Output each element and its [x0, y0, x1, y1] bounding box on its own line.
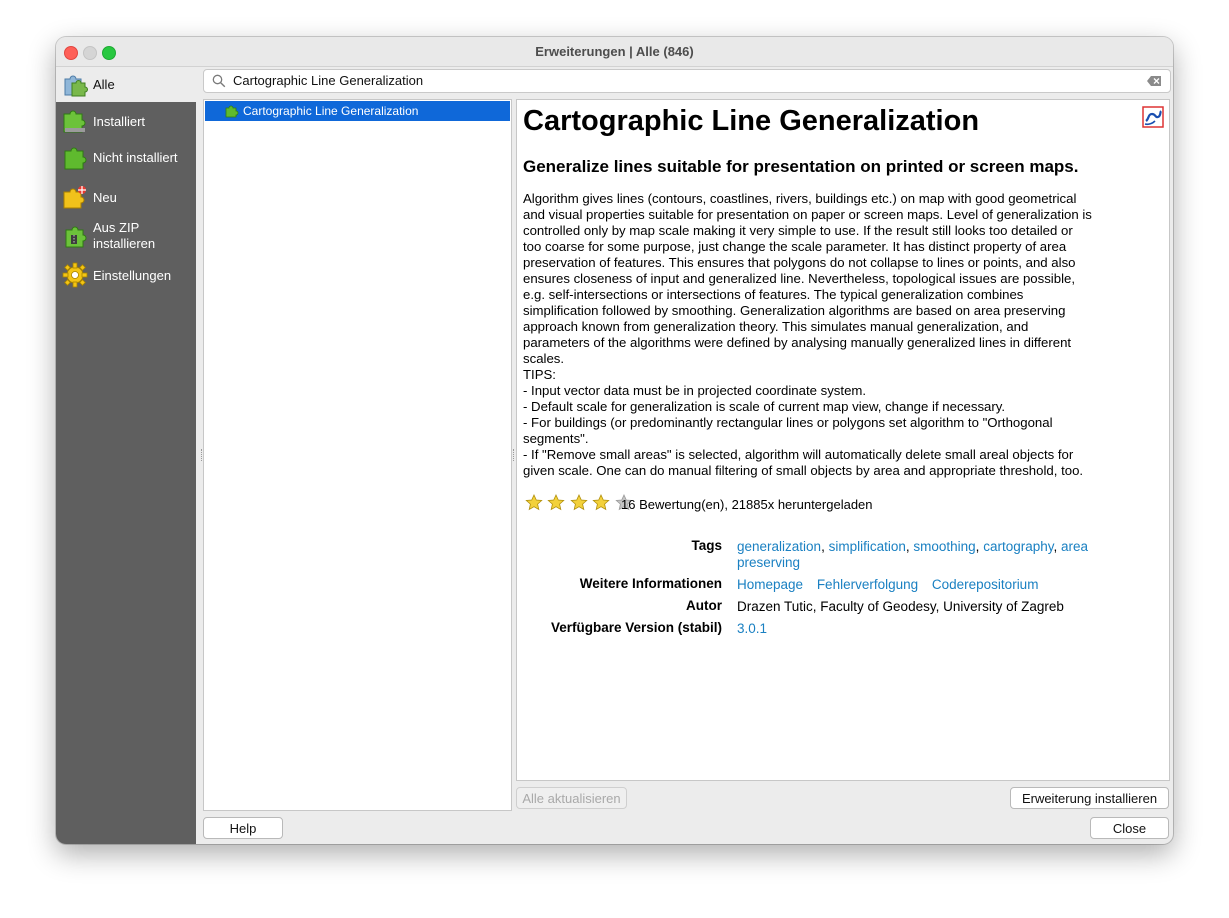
- rating-stars: [525, 494, 633, 512]
- description-line: TIPS:: [523, 367, 556, 382]
- plugin-description: Algorithm gives lines (contours, coastli…: [523, 191, 1167, 479]
- tags-label: Tags: [691, 538, 722, 553]
- description-line: Algorithm gives lines (contours, coastli…: [523, 191, 1077, 206]
- description-line: scales.: [523, 351, 565, 366]
- plugins-window: Erweiterungen | Alle (846) Alle Installi…: [56, 37, 1173, 844]
- search-value: Cartographic Line Generalization: [233, 73, 424, 88]
- star-filled-icon: [525, 494, 543, 511]
- description-line: ensures closeness of input and generaliz…: [523, 271, 1076, 286]
- description-line: - If "Remove small areas" is selected, a…: [523, 447, 1074, 462]
- tag-link[interactable]: generalization: [737, 539, 821, 554]
- bug-tracker-link[interactable]: Fehlerverfolgung: [817, 577, 918, 592]
- description-line: e.g. self-intersections or intersections…: [523, 287, 1024, 302]
- more-info-links: Homepage Fehlerverfolgung Coderepositori…: [737, 577, 1038, 593]
- close-button[interactable]: Close: [1090, 817, 1169, 839]
- sidebar-item-label: Installiert: [93, 114, 146, 129]
- more-info-label: Weitere Informationen: [579, 576, 722, 591]
- star-filled-icon: [592, 494, 611, 511]
- window-title: Erweiterungen | Alle (846): [535, 44, 694, 59]
- gear-icon: [62, 262, 88, 288]
- description-line: controlled only by map scale making it v…: [523, 223, 1073, 238]
- puzzle-installed-icon: [63, 110, 86, 133]
- sidebar-item-not-installed[interactable]: Nicht installiert: [56, 139, 196, 175]
- author-value: Drazen Tutic, Faculty of Geodesy, Univer…: [737, 599, 1064, 614]
- star-filled-icon: [547, 494, 566, 511]
- description-line: - For buildings (or predominantly rectan…: [523, 415, 1053, 430]
- puzzle-zip-icon: [65, 226, 87, 248]
- list-item-label: Cartographic Line Generalization: [243, 104, 419, 118]
- code-repository-link[interactable]: Coderepositorium: [932, 577, 1039, 592]
- star-filled-icon: [570, 494, 588, 511]
- version-value[interactable]: 3.0.1: [737, 621, 767, 637]
- sidebar-item-all[interactable]: Alle: [56, 67, 196, 102]
- author-label: Autor: [686, 598, 722, 613]
- description-line: segments".: [523, 431, 589, 446]
- sidebar-item-label: Aus ZIP installieren: [93, 220, 155, 252]
- description-line: - Default scale for generalization is sc…: [523, 399, 1006, 414]
- install-plugin-button[interactable]: Erweiterung installieren: [1010, 787, 1169, 809]
- sidebar-item-settings[interactable]: Einstellungen: [56, 257, 196, 293]
- rating-text: 16 Bewertung(en), 21885x heruntergeladen: [621, 497, 873, 512]
- puzzle-all-icon: [64, 75, 88, 97]
- tags-value: generalization, simplification, smoothin…: [737, 539, 1089, 570]
- plugin-details: Cartographic Line Generalization General…: [516, 99, 1170, 781]
- sidebar-item-installed[interactable]: Installiert: [56, 103, 196, 139]
- help-button[interactable]: Help: [203, 817, 283, 839]
- tag-link[interactable]: simplification: [829, 539, 906, 554]
- description-line: approach known from generalization theor…: [523, 319, 1029, 334]
- plugin-logo-icon: [1142, 106, 1164, 128]
- zip-label-line-2: installieren: [93, 236, 156, 251]
- puzzle-not-installed-icon: [64, 147, 87, 170]
- search-input[interactable]: Cartographic Line Generalization: [203, 69, 1171, 93]
- description-line: too coarse for some purpose, just change…: [523, 239, 1067, 254]
- sidebar-item-new[interactable]: Neu: [56, 179, 196, 215]
- plugin-subtitle: Generalize lines suitable for presentati…: [523, 157, 1079, 176]
- sidebar-item-label: Neu: [93, 190, 117, 205]
- description-line: preservation of features. This ensures t…: [523, 255, 1076, 270]
- zip-label-line-1: Aus ZIP: [93, 220, 140, 235]
- upgrade-all-button[interactable]: Alle aktualisieren: [516, 787, 627, 809]
- description-line: given scale. One can do manual filtering…: [523, 463, 1084, 478]
- sidebar-item-label: Einstellungen: [93, 268, 172, 283]
- clear-search-icon[interactable]: [1147, 75, 1162, 87]
- plugin-list[interactable]: Cartographic Line Generalization: [203, 99, 512, 811]
- sidebar-item-install-from-zip[interactable]: Aus ZIP installieren: [56, 217, 196, 257]
- description-line: parameters of the algorithms were define…: [523, 335, 1072, 350]
- description-line: and visual properties suitable for prese…: [523, 207, 1092, 222]
- version-label: Verfügbare Version (stabil): [550, 620, 722, 635]
- tag-link[interactable]: smoothing: [913, 539, 975, 554]
- sidebar-item-label: Alle: [93, 77, 115, 92]
- puzzle-new-icon: [63, 186, 86, 209]
- description-line: simplification followed by smoothing. Ge…: [523, 303, 1066, 318]
- puzzle-icon: [225, 105, 239, 118]
- search-icon: [212, 74, 226, 88]
- tag-link[interactable]: cartography: [983, 539, 1053, 554]
- sidebar-item-label: Nicht installiert: [93, 150, 178, 165]
- description-line: - Input vector data must be in projected…: [523, 383, 867, 398]
- homepage-link[interactable]: Homepage: [737, 577, 803, 592]
- title-bar: Erweiterungen | Alle (846): [56, 37, 1173, 67]
- plugin-title: Cartographic Line Generalization: [523, 105, 980, 137]
- tag-link[interactable]: preserving: [737, 555, 800, 570]
- tag-link[interactable]: area: [1061, 539, 1088, 554]
- list-item[interactable]: Cartographic Line Generalization: [205, 101, 510, 121]
- sidebar: Alle Installiert Nicht installiert Neu A…: [56, 67, 196, 844]
